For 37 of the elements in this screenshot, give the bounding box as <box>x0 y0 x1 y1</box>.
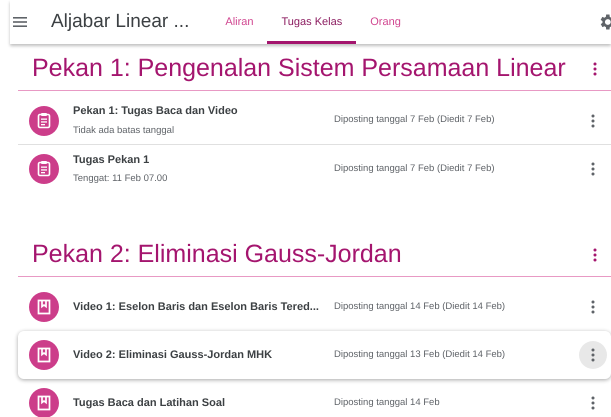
more-options-button[interactable] <box>579 341 607 369</box>
book-icon <box>29 340 59 370</box>
topic-item[interactable]: Tugas Baca dan Latihan Soal Diposting tanggal 14 Feb <box>18 379 611 417</box>
tab[interactable]: Tugas Kelas <box>267 0 356 44</box>
item-due: Tenggat: 11 Feb 07.00 <box>73 172 168 186</box>
book-icon <box>29 292 59 322</box>
more-options-icon <box>591 114 595 128</box>
tab[interactable]: Orang <box>356 0 415 44</box>
posted-date: Diposting tanggal 7 Feb (Diedit 7 Feb) <box>334 162 495 176</box>
more-options-icon <box>593 248 597 262</box>
more-options-icon <box>591 348 595 362</box>
tab[interactable]: Aliran <box>211 0 268 44</box>
item-title: Video 1: Eselon Baris dan Eselon Baris Tered... <box>73 300 320 315</box>
assignment-icon <box>29 154 59 184</box>
item-title: Pekan 1: Tugas Baca dan Video <box>73 104 239 120</box>
posted-date: Diposting tanggal 7 Feb (Diedit 7 Feb) <box>334 113 495 128</box>
more-options-icon <box>591 396 595 410</box>
topic-item[interactable]: Tugas Pekan 1 Tenggat: 11 Feb 07.00 Diposting tanggal 7 Feb (Diedit 7 Feb) <box>18 145 611 193</box>
item-title: Video 2: Eliminasi Gauss-Jordan MHK <box>73 348 274 363</box>
more-options-icon <box>593 62 597 76</box>
posted-date: Diposting tanggal 14 Feb <box>334 396 440 410</box>
posted-date: Diposting tanggal 14 Feb (Diedit 14 Feb) <box>334 300 506 314</box>
menu-icon[interactable] <box>13 16 27 28</box>
more-options-icon <box>591 300 595 314</box>
topic-item[interactable]: Video 2: Eliminasi Gauss-Jordan MHK Diposting tanggal 13 Feb (Diedit 14 Feb) <box>18 331 611 379</box>
topic-heading: Pekan 1: Pengenalan Sistem Persamaan Linear <box>32 52 566 84</box>
assignment-icon <box>29 106 59 136</box>
item-title: Tugas Pekan 1 <box>73 152 150 168</box>
topic-item[interactable]: Video 1: Eselon Baris dan Eselon Baris Tered... Diposting tanggal 14 Feb (Diedit 14 Feb) <box>18 283 611 331</box>
item-title: Tugas Baca dan Latihan Soal <box>73 396 226 411</box>
posted-date: Diposting tanggal 13 Feb (Diedit 14 Feb) <box>334 348 506 362</box>
topic-item[interactable]: Pekan 1: Tugas Baca dan Video Tidak ada batas tanggal Diposting tanggal 7 Feb (Diedit 7 Feb) <box>18 97 611 145</box>
more-options-icon <box>591 162 595 176</box>
book-icon <box>29 388 59 417</box>
class-title: Aljabar Linear ... <box>51 10 190 34</box>
item-due: Tidak ada batas tanggal <box>73 124 176 138</box>
topic-heading: Pekan 2: Eliminasi Gauss-Jordan <box>32 238 402 270</box>
